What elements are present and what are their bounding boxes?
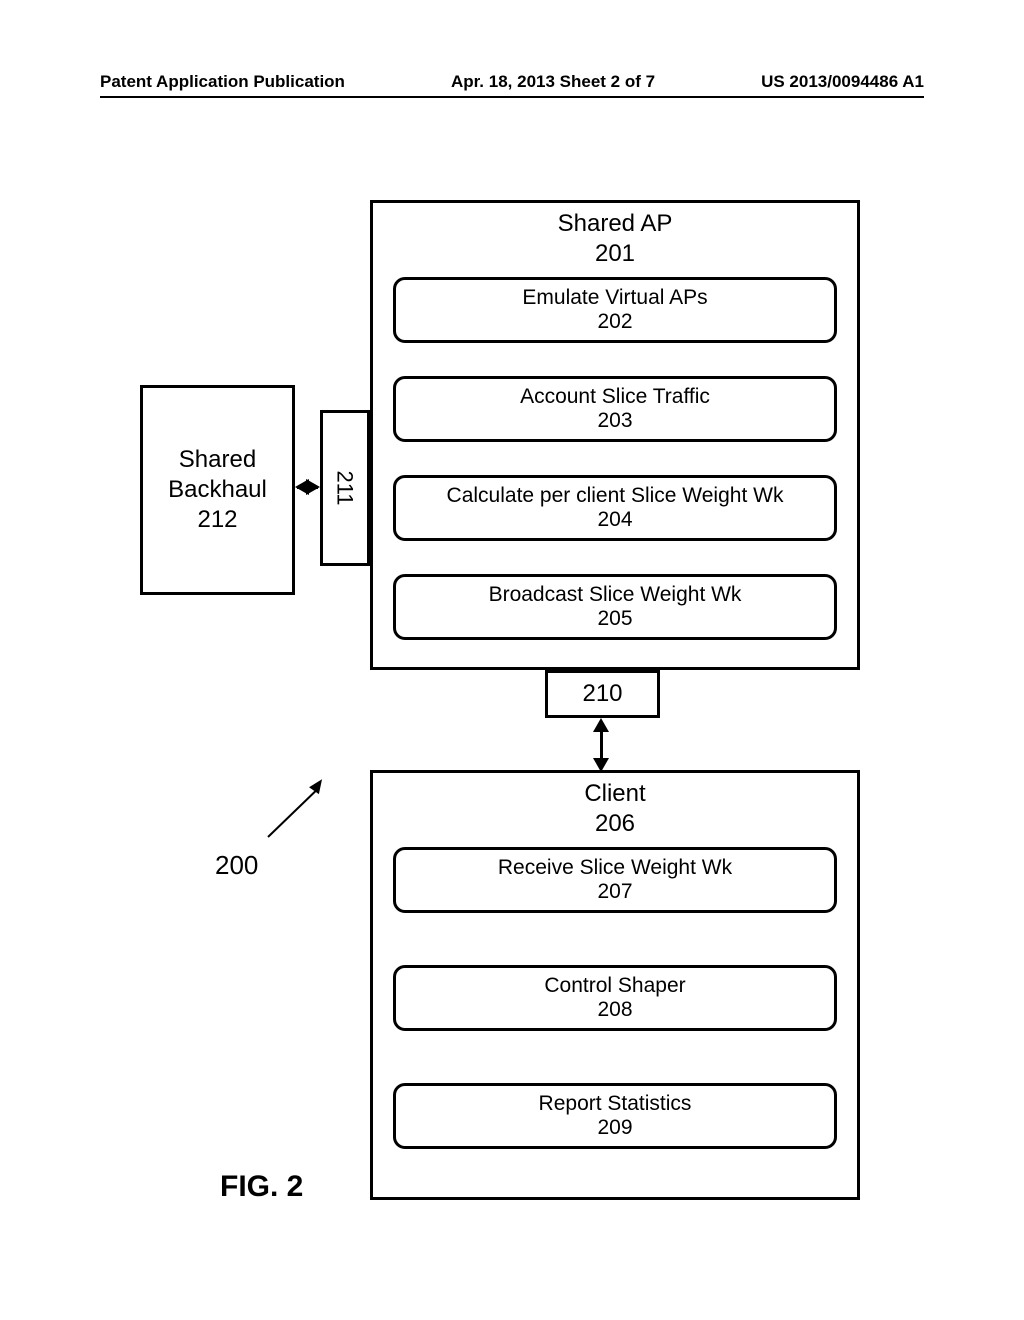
client-item-2-num: 209 [396, 1116, 834, 1140]
client-title-text: Client [373, 779, 857, 809]
port-210-label: 210 [582, 680, 622, 708]
arrow-head-up-icon [593, 718, 609, 732]
ref-200-label: 200 [215, 850, 258, 881]
header-right: US 2013/0094486 A1 [761, 72, 924, 92]
shared-ap-item-1-num: 203 [396, 409, 834, 433]
client-item-1-num: 208 [396, 998, 834, 1022]
shared-ap-item-0-label: Emulate Virtual APs [396, 286, 834, 310]
client-item-0-label: Receive Slice Weight Wk [396, 856, 834, 880]
pointer-line-200 [267, 788, 319, 838]
client-item-2: Report Statistics 209 [393, 1083, 837, 1149]
header-center: Apr. 18, 2013 Sheet 2 of 7 [451, 72, 655, 92]
header-left: Patent Application Publication [100, 72, 345, 92]
client-item-0: Receive Slice Weight Wk 207 [393, 847, 837, 913]
client-num: 206 [373, 809, 857, 839]
shared-ap-item-3-label: Broadcast Slice Weight Wk [396, 583, 834, 607]
header-rule [100, 96, 924, 98]
shared-ap-title-text: Shared AP [373, 209, 857, 239]
diagram: Shared Backhaul 212 211 Shared AP 201 Em… [0, 170, 1024, 1220]
client-item-2-label: Report Statistics [396, 1092, 834, 1116]
figure-label: FIG. 2 [220, 1170, 303, 1204]
shared-ap-item-2-label: Calculate per client Slice Weight Wk [396, 484, 834, 508]
page-header: Patent Application Publication Apr. 18, … [0, 72, 1024, 92]
port-211-label: 211 [332, 470, 358, 505]
shared-ap-box: Shared AP 201 Emulate Virtual APs 202 Ac… [370, 200, 860, 670]
shared-ap-title: Shared AP 201 [373, 203, 857, 269]
shared-ap-item-0: Emulate Virtual APs 202 [393, 277, 837, 343]
port-211-box: 211 [320, 410, 370, 566]
shared-ap-item-2: Calculate per client Slice Weight Wk 204 [393, 475, 837, 541]
backhaul-line2: Backhaul [143, 475, 292, 505]
shared-backhaul-box: Shared Backhaul 212 [140, 385, 295, 595]
shared-ap-item-3: Broadcast Slice Weight Wk 205 [393, 574, 837, 640]
client-title: Client 206 [373, 773, 857, 839]
backhaul-num: 212 [143, 505, 292, 535]
port-210-box: 210 [545, 670, 660, 718]
shared-ap-item-1: Account Slice Traffic 203 [393, 376, 837, 442]
shared-ap-num: 201 [373, 239, 857, 269]
client-item-0-num: 207 [396, 880, 834, 904]
page: Patent Application Publication Apr. 18, … [0, 0, 1024, 1320]
client-item-1: Control Shaper 208 [393, 965, 837, 1031]
shared-ap-item-1-label: Account Slice Traffic [396, 385, 834, 409]
shared-ap-item-3-num: 205 [396, 607, 834, 631]
arrow-head-right-icon [306, 479, 320, 495]
client-item-1-label: Control Shaper [396, 974, 834, 998]
shared-ap-item-2-num: 204 [396, 508, 834, 532]
shared-ap-item-0-num: 202 [396, 310, 834, 334]
backhaul-line1: Shared [143, 445, 292, 475]
client-box: Client 206 Receive Slice Weight Wk 207 C… [370, 770, 860, 1200]
